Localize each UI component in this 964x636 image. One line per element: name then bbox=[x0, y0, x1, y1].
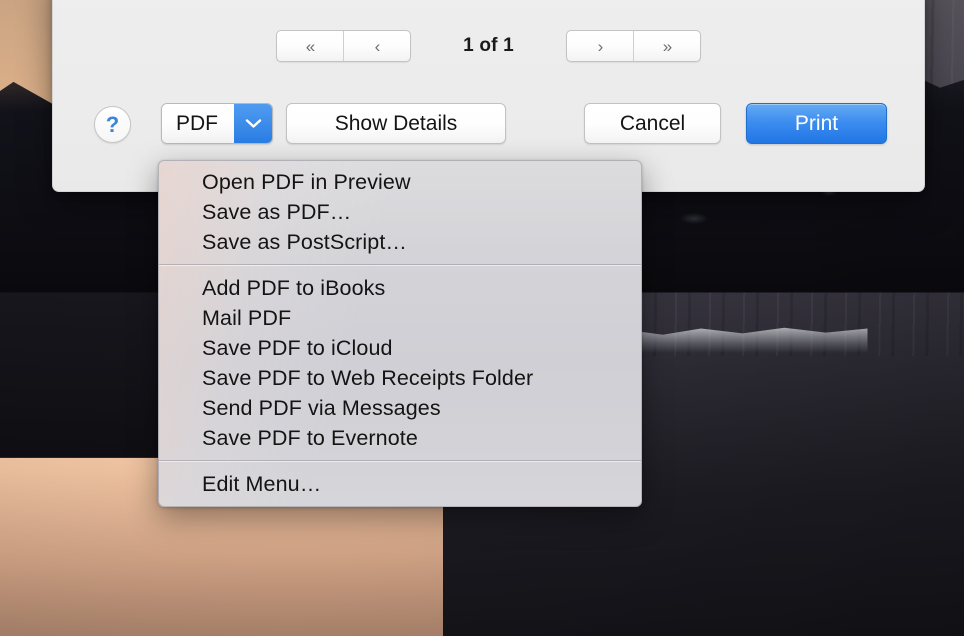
menu-item-save-pdf-to-web-receipts-folder[interactable]: Save PDF to Web Receipts Folder bbox=[159, 363, 641, 393]
menu-item-label: Send PDF via Messages bbox=[202, 395, 441, 420]
next-page-segmented-control[interactable]: › » bbox=[566, 30, 701, 62]
print-label: Print bbox=[794, 111, 839, 135]
menu-item-save-as-pdf[interactable]: Save as PDF… bbox=[159, 197, 641, 227]
pagination-row: « ‹ 1 of 1 › » bbox=[53, 30, 924, 64]
menu-separator bbox=[159, 264, 641, 265]
menu-item-label: Mail PDF bbox=[202, 305, 292, 330]
menu-item-label: Save PDF to Web Receipts Folder bbox=[202, 365, 534, 390]
menu-item-label: Save PDF to Evernote bbox=[202, 425, 418, 450]
menu-item-label: Edit Menu… bbox=[202, 471, 322, 496]
pdf-popup-button[interactable]: PDF bbox=[161, 103, 273, 144]
action-button-row: ? PDF Show Details Cancel Print bbox=[53, 103, 924, 145]
double-chevron-left-icon: « bbox=[305, 36, 316, 56]
previous-page-segmented-control[interactable]: « ‹ bbox=[276, 30, 411, 62]
show-details-button[interactable]: Show Details bbox=[286, 103, 506, 144]
previous-page-button[interactable]: ‹ bbox=[343, 31, 410, 61]
print-button[interactable]: Print bbox=[746, 103, 887, 144]
cancel-button[interactable]: Cancel bbox=[584, 103, 721, 144]
menu-item-add-pdf-to-ibooks[interactable]: Add PDF to iBooks bbox=[159, 273, 641, 303]
menu-separator bbox=[159, 460, 641, 461]
menu-item-open-pdf-in-preview[interactable]: Open PDF in Preview bbox=[159, 167, 641, 197]
menu-item-send-pdf-via-messages[interactable]: Send PDF via Messages bbox=[159, 393, 641, 423]
menu-item-label: Open PDF in Preview bbox=[202, 169, 411, 194]
menu-item-save-pdf-to-icloud[interactable]: Save PDF to iCloud bbox=[159, 333, 641, 363]
last-page-button[interactable]: » bbox=[633, 31, 700, 61]
menu-item-label: Save as PostScript… bbox=[202, 229, 408, 254]
show-details-label: Show Details bbox=[334, 111, 458, 135]
chevron-left-icon: ‹ bbox=[374, 36, 381, 56]
menu-item-save-as-postscript[interactable]: Save as PostScript… bbox=[159, 227, 641, 257]
first-page-button[interactable]: « bbox=[277, 31, 343, 61]
menu-item-mail-pdf[interactable]: Mail PDF bbox=[159, 303, 641, 333]
help-button[interactable]: ? bbox=[94, 106, 131, 143]
chevron-down-icon[interactable] bbox=[234, 104, 272, 143]
menu-item-edit-menu[interactable]: Edit Menu… bbox=[159, 469, 641, 499]
pdf-dropdown-menu[interactable]: Open PDF in Preview Save as PDF… Save as… bbox=[158, 160, 642, 507]
menu-item-label: Add PDF to iBooks bbox=[202, 275, 386, 300]
page-indicator: 1 of 1 bbox=[463, 35, 514, 56]
desktop-wallpaper: « ‹ 1 of 1 › » ? PDF Show Details Cancel… bbox=[0, 0, 964, 636]
next-page-button[interactable]: › bbox=[567, 31, 633, 61]
menu-item-label: Save PDF to iCloud bbox=[202, 335, 393, 360]
menu-item-label: Save as PDF… bbox=[202, 199, 352, 224]
cancel-label: Cancel bbox=[619, 111, 686, 135]
double-chevron-right-icon: » bbox=[662, 36, 673, 56]
question-mark-icon: ? bbox=[105, 111, 120, 137]
pdf-popup-label: PDF bbox=[162, 104, 234, 143]
menu-item-save-pdf-to-evernote[interactable]: Save PDF to Evernote bbox=[159, 423, 641, 453]
chevron-right-icon: › bbox=[597, 36, 604, 56]
